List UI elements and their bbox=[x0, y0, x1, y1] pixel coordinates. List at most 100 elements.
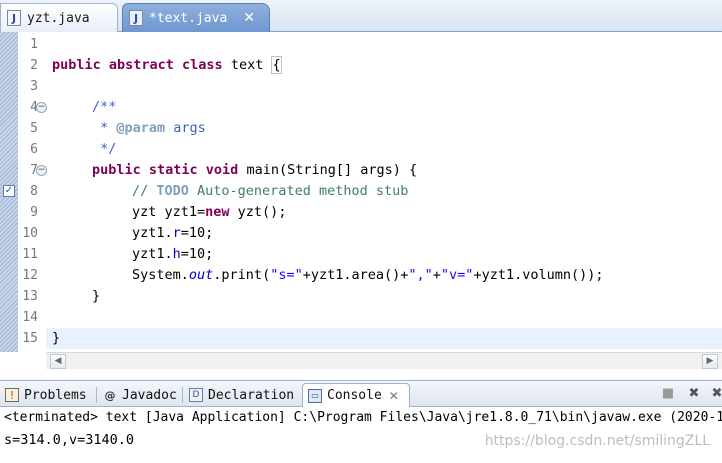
tab-separator bbox=[182, 387, 183, 403]
method-signature: public static void main(String[] args) { bbox=[92, 160, 417, 181]
code-fragment: +yzt1.volumn()); bbox=[473, 267, 604, 283]
code-line: 12 System.out.print("s="+yzt1.area()+","… bbox=[0, 265, 722, 286]
code-editor[interactable]: 1 2 public abstract class text { 3 4 − /… bbox=[0, 32, 722, 352]
code-fragment: yzt yzt1= bbox=[132, 204, 206, 220]
tab-problems[interactable]: ! Problems bbox=[0, 383, 94, 407]
string-literal: "v=" bbox=[440, 267, 474, 283]
line-number: 13 bbox=[22, 289, 38, 304]
todo-comment: // TODO Auto-generated method stub bbox=[132, 181, 408, 202]
tab-label: Declaration bbox=[208, 387, 295, 403]
scroll-left-icon[interactable]: ◀ bbox=[50, 354, 66, 369]
code-fragment: yzt(); bbox=[229, 204, 287, 220]
problems-icon: ! bbox=[5, 388, 19, 402]
javadoc-param: * @param args bbox=[92, 118, 206, 139]
comment-text: Auto-generated method stub bbox=[188, 183, 409, 199]
tab-console[interactable]: ▭ Console ✕ bbox=[302, 383, 410, 407]
static-field: out bbox=[188, 267, 214, 283]
line-number: 1 bbox=[30, 37, 38, 52]
line-number: 4 bbox=[30, 100, 38, 115]
string-literal: "s=" bbox=[270, 267, 303, 283]
remove-all-terminated-icon[interactable]: ✖ bbox=[709, 386, 722, 402]
javadoc-tag: @param bbox=[116, 120, 166, 136]
closing-brace: } bbox=[52, 330, 61, 346]
fold-toggle-icon[interactable]: − bbox=[36, 102, 47, 113]
todo-tag: TODO bbox=[156, 183, 189, 199]
line-number: 15 bbox=[22, 331, 38, 346]
code-line: 1 bbox=[0, 34, 722, 55]
remove-launch-icon[interactable]: ✖ bbox=[686, 386, 702, 402]
code-line: 14 bbox=[0, 307, 722, 328]
line-number: 7 bbox=[30, 163, 38, 178]
javadoc-text: args bbox=[165, 120, 206, 136]
field: h bbox=[172, 246, 181, 262]
view-tab-bar: ! Problems @ Javadoc D Declaration ▭ Con… bbox=[0, 380, 722, 407]
task-marker-icon[interactable]: ✓ bbox=[3, 185, 15, 197]
code-fragment: System. bbox=[132, 267, 189, 283]
java-file-icon: J bbox=[129, 10, 143, 26]
tab-label: yzt.java bbox=[27, 10, 90, 26]
method-text: main(String[] args) { bbox=[238, 162, 418, 178]
javadoc-open: /** bbox=[92, 99, 117, 115]
code-line: 6 */ bbox=[0, 139, 722, 160]
keyword: public static void bbox=[92, 162, 239, 178]
line-number: 14 bbox=[22, 310, 38, 325]
console-process-label: <terminated> text [Java Application] C:\… bbox=[4, 410, 722, 425]
code-line: 2 public abstract class text { bbox=[0, 55, 722, 76]
tab-label: Javadoc bbox=[122, 387, 177, 403]
brace: { bbox=[271, 56, 282, 74]
code-fragment: .print( bbox=[213, 267, 271, 283]
horizontal-scrollbar[interactable]: ◀ ▶ bbox=[46, 352, 722, 369]
keyword: public abstract class bbox=[52, 57, 223, 73]
console-output: s=314.0,v=3140.0 bbox=[4, 432, 135, 448]
code-fragment: + bbox=[432, 267, 441, 283]
string-literal: "," bbox=[408, 267, 433, 283]
at-icon: @ bbox=[104, 388, 116, 402]
tab-label: Problems bbox=[24, 387, 87, 403]
code-fragment: yzt1. bbox=[132, 225, 173, 241]
line-number: 3 bbox=[30, 79, 38, 94]
code-line: 4 − /** bbox=[0, 97, 722, 118]
code-line: 10 yzt1.r=10; bbox=[0, 223, 722, 244]
closing-brace: } bbox=[92, 288, 101, 304]
statement: yzt1.r=10; bbox=[132, 223, 213, 244]
code-line: 13 } bbox=[0, 286, 722, 307]
line-number: 10 bbox=[22, 226, 38, 241]
line-number: 12 bbox=[22, 268, 38, 283]
line-number: 5 bbox=[30, 121, 38, 136]
scroll-right-icon[interactable]: ▶ bbox=[702, 354, 718, 369]
code-line: 5 * @param args bbox=[0, 118, 722, 139]
code-fragment: =10; bbox=[180, 246, 214, 262]
code-line: 9 yzt yzt1=new yzt(); bbox=[0, 202, 722, 223]
code-line: ✓ 8 // TODO Auto-generated method stub bbox=[0, 181, 722, 202]
javadoc-close: */ bbox=[92, 141, 117, 157]
close-icon[interactable]: ✕ bbox=[389, 389, 399, 403]
class-name: text bbox=[222, 57, 272, 73]
line-number: 6 bbox=[30, 142, 38, 157]
fold-toggle-icon[interactable]: − bbox=[36, 165, 47, 176]
comment-prefix: // bbox=[132, 183, 157, 199]
java-file-icon: J bbox=[7, 10, 21, 26]
statement: yzt yzt1=new yzt(); bbox=[132, 202, 286, 223]
code-line: 15 } bbox=[0, 328, 722, 349]
line-number: 2 bbox=[30, 58, 38, 73]
code-line: 3 bbox=[0, 76, 722, 97]
tab-yzt-java[interactable]: J yzt.java bbox=[0, 3, 118, 32]
keyword: new bbox=[205, 204, 230, 220]
editor-tab-bar: J yzt.java J *text.java ✕ bbox=[0, 0, 722, 32]
terminate-icon[interactable]: ■ bbox=[660, 386, 676, 402]
tab-javadoc[interactable]: @ Javadoc bbox=[98, 383, 180, 407]
code-fragment: yzt1. bbox=[132, 246, 173, 262]
line-number: 11 bbox=[22, 247, 38, 262]
code-fragment: +yzt1.area()+ bbox=[302, 267, 409, 283]
close-icon[interactable]: ✕ bbox=[243, 10, 255, 26]
tab-text-java[interactable]: J *text.java ✕ bbox=[122, 3, 270, 32]
print-statement: System.out.print("s="+yzt1.area()+","+"v… bbox=[132, 265, 603, 286]
console-icon: ▭ bbox=[308, 388, 322, 403]
console-view[interactable]: <terminated> text [Java Application] C:\… bbox=[0, 407, 722, 463]
line-number: 9 bbox=[30, 205, 38, 220]
field: r bbox=[172, 225, 181, 241]
tab-separator bbox=[96, 387, 97, 403]
tab-declaration[interactable]: D Declaration bbox=[184, 383, 300, 407]
declaration-icon: D bbox=[189, 388, 203, 402]
javadoc-star: * bbox=[92, 120, 117, 136]
